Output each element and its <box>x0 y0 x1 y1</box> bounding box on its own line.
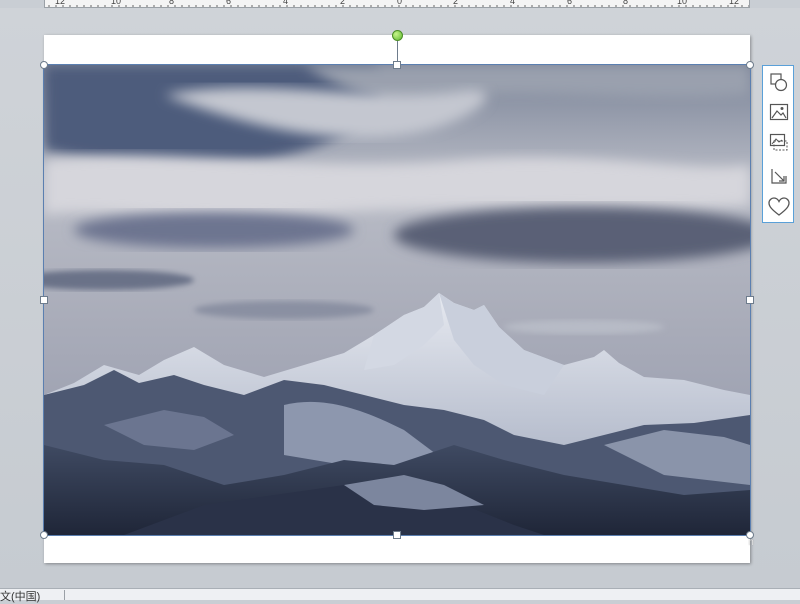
floating-picture-toolbar <box>762 65 794 223</box>
watermark-text: n <box>748 537 754 548</box>
resize-handle-top-right[interactable] <box>746 61 754 69</box>
resize-handle-bottom-left[interactable] <box>40 531 48 539</box>
favorite-button[interactable] <box>766 194 792 220</box>
ruler-label: 4 <box>510 0 516 6</box>
ruler-label: 8 <box>623 0 629 6</box>
mountain-picture[interactable] <box>43 64 751 536</box>
resize-handle-left[interactable] <box>40 296 48 304</box>
resize-handle-top-left[interactable] <box>40 61 48 69</box>
ruler-label: 12 <box>729 0 740 6</box>
ruler-label: 0 <box>397 0 403 6</box>
ruler-label: 2 <box>453 0 459 6</box>
language-status[interactable]: 文(中国) <box>0 588 40 604</box>
resize-handle-top[interactable] <box>393 61 401 69</box>
shape-fill-icon <box>770 73 788 92</box>
ruler-label: 4 <box>283 0 289 6</box>
crop-picture-button[interactable] <box>766 129 792 155</box>
ruler-label: 10 <box>111 0 122 6</box>
shape-fill-button[interactable] <box>766 69 792 95</box>
ruler-label: 8 <box>169 0 175 6</box>
resize-handle-right[interactable] <box>746 296 754 304</box>
resize-picture-button[interactable] <box>766 163 792 189</box>
heart-icon <box>768 197 790 216</box>
resize-handle-bottom[interactable] <box>393 531 401 539</box>
rotation-handle[interactable] <box>392 30 403 41</box>
picture-icon <box>769 103 789 121</box>
status-bar: 文(中国) <box>0 588 800 603</box>
mountain-landscape-image <box>44 65 750 535</box>
status-separator <box>64 590 65 600</box>
ruler-label: 12 <box>55 0 66 6</box>
crop-picture-icon <box>769 133 788 151</box>
ruler-label: 6 <box>567 0 573 6</box>
horizontal-ruler[interactable]: 12 10 8 6 4 2 0 2 4 6 8 10 12 <box>44 0 750 8</box>
change-picture-button[interactable] <box>766 99 792 125</box>
ruler-label: 10 <box>677 0 688 6</box>
resize-icon <box>771 169 787 184</box>
ruler-label: 6 <box>226 0 232 6</box>
ruler-label: 2 <box>340 0 346 6</box>
